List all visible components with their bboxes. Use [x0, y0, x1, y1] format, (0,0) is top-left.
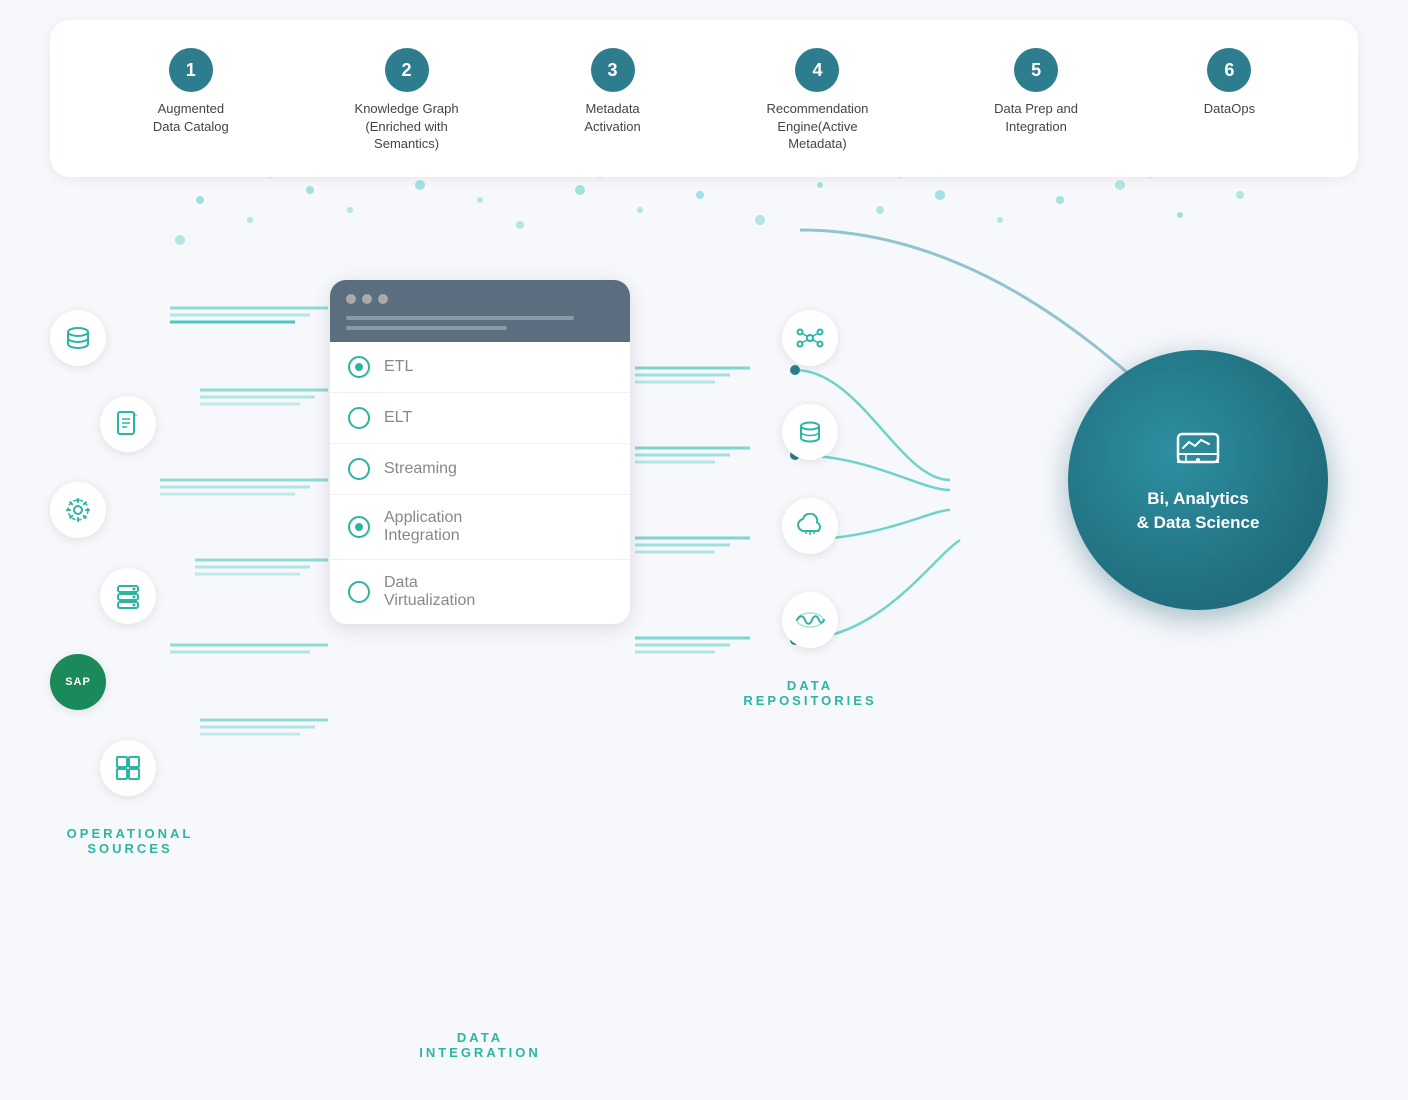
server-icon	[100, 568, 156, 624]
panel-line-1	[346, 316, 574, 320]
step-label-4: Recommendation Engine(Active Metadata)	[767, 100, 869, 153]
step-circle-5: 5	[1014, 48, 1058, 92]
step-label-3: Metadata Activation	[584, 100, 640, 135]
data-repositories: DATA REPOSITORIES	[720, 270, 900, 708]
step-5: 5 Data Prep and Integration	[994, 48, 1078, 153]
radio-app-integration-inner	[355, 523, 363, 531]
step-label-1: Augmented Data Catalog	[153, 100, 229, 135]
integration-panel: ETL ELT Streaming Application Integratio…	[330, 280, 630, 624]
operational-sources: SAP OPERATIONAL SOURCES	[30, 260, 230, 856]
bi-icon	[1173, 426, 1223, 479]
bi-analytics-title: Bi, Analytics & Data Science	[1137, 487, 1260, 535]
step-label-2: Knowledge Graph (Enriched with Semantics…	[355, 100, 459, 153]
step-circle-3: 3	[591, 48, 635, 92]
op-icon-row: SAP	[30, 260, 230, 796]
grid-icon	[100, 740, 156, 796]
step-circle-6: 6	[1207, 48, 1251, 92]
step-circle-4: 4	[795, 48, 839, 92]
cloud-icon	[782, 498, 838, 554]
database-icon	[50, 310, 106, 366]
panel-label-elt: ELT	[384, 409, 412, 427]
wave-icon	[782, 592, 838, 648]
step-circle-1: 1	[169, 48, 213, 92]
panel-label-data-virt: Data Virtualization	[384, 574, 475, 610]
radio-elt[interactable]	[348, 407, 370, 429]
panel-dot-3	[378, 294, 388, 304]
panel-titlebar	[330, 280, 630, 342]
bi-analytics-circle: Bi, Analytics & Data Science	[1068, 350, 1328, 610]
data-repositories-label: DATA REPOSITORIES	[720, 678, 900, 708]
panel-item-streaming[interactable]: Streaming	[330, 444, 630, 495]
radio-data-virt[interactable]	[348, 581, 370, 603]
step-label-6: DataOps	[1204, 100, 1255, 118]
step-4: 4 Recommendation Engine(Active Metadata)	[767, 48, 869, 153]
radio-streaming[interactable]	[348, 458, 370, 480]
panel-dot-1	[346, 294, 356, 304]
step-1: 1 Augmented Data Catalog	[153, 48, 229, 153]
radio-etl[interactable]	[348, 356, 370, 378]
network-graph-icon	[782, 310, 838, 366]
panel-label-etl: ETL	[384, 358, 413, 376]
radio-etl-inner	[355, 363, 363, 371]
repo-icon-row	[720, 270, 900, 648]
repo-database-icon	[782, 404, 838, 460]
panel-item-elt[interactable]: ELT	[330, 393, 630, 444]
panel-dots	[346, 294, 614, 304]
radio-app-integration[interactable]	[348, 516, 370, 538]
panel-item-etl[interactable]: ETL	[330, 342, 630, 393]
panel-line-2	[346, 326, 507, 330]
data-integration-label: DATA INTEGRATION	[330, 1014, 630, 1060]
panel-item-app-integration[interactable]: Application Integration	[330, 495, 630, 560]
step-label-5: Data Prep and Integration	[994, 100, 1078, 135]
step-6: 6 DataOps	[1204, 48, 1255, 153]
document-icon	[100, 396, 156, 452]
step-3: 3 Metadata Activation	[584, 48, 640, 153]
sap-icon: SAP	[50, 654, 106, 710]
operational-sources-label: OPERATIONAL SOURCES	[30, 826, 230, 856]
gear-icon	[50, 482, 106, 538]
step-circle-2: 2	[385, 48, 429, 92]
panel-item-data-virt[interactable]: Data Virtualization	[330, 560, 630, 624]
panel-label-app-integration: Application Integration	[384, 509, 462, 545]
panel-label-streaming: Streaming	[384, 460, 457, 478]
step-2: 2 Knowledge Graph (Enriched with Semanti…	[355, 48, 459, 153]
top-steps-container: 1 Augmented Data Catalog 2 Knowledge Gra…	[50, 20, 1358, 177]
panel-dot-2	[362, 294, 372, 304]
